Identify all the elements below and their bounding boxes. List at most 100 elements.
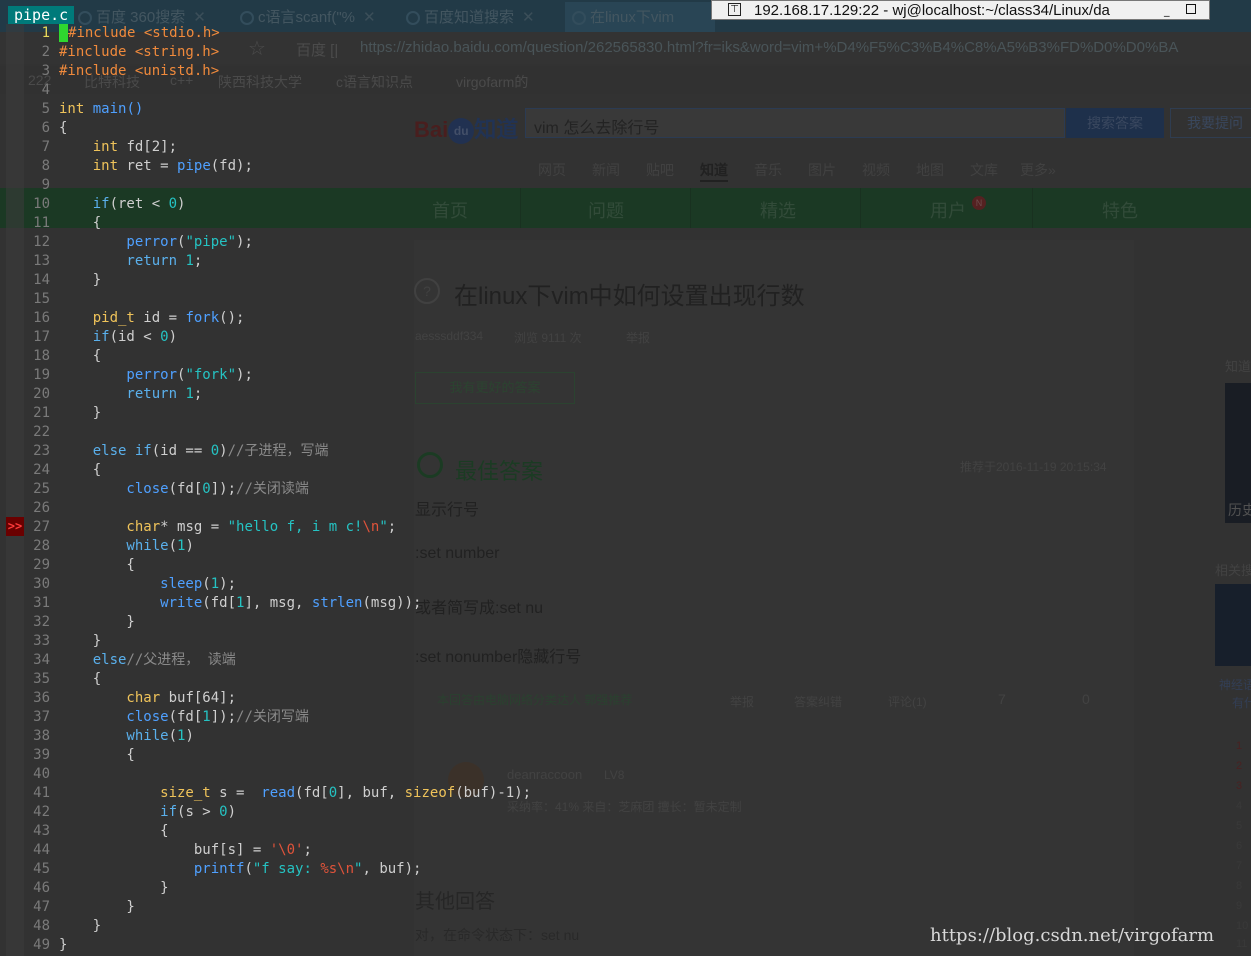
code-line: int main()	[59, 101, 144, 117]
code-line: close(fd[0]);//关闭读端	[59, 481, 309, 497]
line-number: 1	[41, 25, 50, 41]
code-line: {	[59, 671, 102, 687]
code-line: int ret = pipe(fd);	[59, 158, 253, 174]
code-line: {	[59, 557, 135, 573]
code-line: }	[59, 614, 135, 630]
code-line: #include <string.h>	[59, 44, 220, 60]
line-number: 13	[33, 253, 50, 269]
line-number: 6	[41, 120, 50, 136]
line-number: 44	[33, 842, 50, 858]
code-line: }	[59, 937, 68, 953]
line-number: 14	[33, 272, 50, 288]
vim-tabline: pipe.c	[0, 6, 710, 24]
line-number: 7	[41, 139, 50, 155]
code-line: return 1;	[59, 253, 203, 269]
code-line: char buf[64];	[59, 690, 237, 706]
line-number: 43	[33, 823, 50, 839]
line-number: 32	[33, 614, 50, 630]
line-number: 23	[33, 443, 50, 459]
line-number: 48	[33, 918, 50, 934]
vim-tab-pipe-c[interactable]: pipe.c	[8, 6, 75, 24]
restore-icon[interactable]	[1186, 4, 1196, 14]
line-number: 46	[33, 880, 50, 896]
code-line: }	[59, 633, 102, 649]
code-line: while(1)	[59, 728, 194, 744]
code-line: }	[59, 899, 135, 915]
code-line: size_t s = read(fd[0], buf, sizeof(buf)-…	[59, 785, 532, 801]
code-line: {	[59, 747, 135, 763]
line-number: 4	[41, 82, 50, 98]
code-line: buf[s] = '\0';	[59, 842, 312, 858]
line-number: 25	[33, 481, 50, 497]
line-number: 33	[33, 633, 50, 649]
line-number: 12	[33, 234, 50, 250]
error-sign-marker: >>	[6, 517, 24, 536]
code-line: return 1;	[59, 386, 203, 402]
line-number: 21	[33, 405, 50, 421]
code-line: int fd[2];	[59, 139, 178, 155]
code-line: {	[59, 348, 102, 364]
line-number: 28	[33, 538, 50, 554]
line-number: 42	[33, 804, 50, 820]
line-number: 40	[33, 766, 50, 782]
sign-column	[6, 24, 24, 956]
line-number: 3	[41, 63, 50, 79]
code-line: if(ret < 0)	[59, 196, 186, 212]
line-number: 9	[41, 177, 50, 193]
pin-icon[interactable]: ⊤	[728, 3, 741, 16]
code-line: sleep(1);	[59, 576, 237, 592]
code-line: {	[59, 215, 102, 231]
line-number: 8	[41, 158, 50, 174]
code-line: }	[59, 272, 102, 288]
line-number: 30	[33, 576, 50, 592]
code-line: #include <stdio.h>	[68, 25, 220, 41]
line-number: 39	[33, 747, 50, 763]
line-number: 35	[33, 671, 50, 687]
code-line: if(id < 0)	[59, 329, 178, 345]
line-number: 18	[33, 348, 50, 364]
line-number: 17	[33, 329, 50, 345]
line-number: 36	[33, 690, 50, 706]
code-line: perror("pipe");	[59, 234, 253, 250]
remote-session-title: 192.168.17.129:22 - wj@localhost:~/class…	[754, 2, 1110, 19]
csdn-watermark: https://blog.csdn.net/virgofarm	[930, 925, 1215, 946]
code-line: write(fd[1], msg, strlen(msg));	[59, 595, 422, 611]
code-line: while(1)	[59, 538, 194, 554]
line-number: 41	[33, 785, 50, 801]
code-line: else if(id == 0)//子进程，写端	[59, 443, 329, 459]
line-number: 27	[33, 519, 50, 535]
ssh-terminal-window[interactable]: pipe.c >> 1 2 3 4 5 6 7 8 9 10 11 12 13 14 15 16 17 18 19 2…	[0, 0, 1251, 956]
line-number: 24	[33, 462, 50, 478]
remote-session-titlebar[interactable]: ⊤ 192.168.17.129:22 - wj@localhost:~/cla…	[711, 0, 1210, 20]
code-line: {	[59, 120, 68, 136]
line-number: 29	[33, 557, 50, 573]
line-number: 16	[33, 310, 50, 326]
code-line: perror("fork");	[59, 367, 253, 383]
line-number: 45	[33, 861, 50, 877]
code-line: {	[59, 823, 169, 839]
line-number: 5	[41, 101, 50, 117]
line-number: 34	[33, 652, 50, 668]
code-line: close(fd[1]);//关闭写端	[59, 709, 309, 725]
code-line: printf("f say: %s\n", buf);	[59, 861, 422, 877]
line-number: 38	[33, 728, 50, 744]
line-number: 10	[33, 196, 50, 212]
code-line: }	[59, 918, 102, 934]
line-number: 31	[33, 595, 50, 611]
line-number: 26	[33, 500, 50, 516]
line-number: 22	[33, 424, 50, 440]
line-number: 15	[33, 291, 50, 307]
line-number: 2	[41, 44, 50, 60]
line-number: 11	[33, 215, 50, 231]
line-number: 20	[33, 386, 50, 402]
code-line: }	[59, 880, 169, 896]
code-line: {	[59, 462, 102, 478]
code-line: pid_t id = fork();	[59, 310, 245, 326]
code-line: else//父进程， 读端	[59, 652, 236, 668]
minimize-icon[interactable]: _	[1164, 4, 1170, 17]
line-number: 37	[33, 709, 50, 725]
code-line: if(s > 0)	[59, 804, 237, 820]
line-number: 19	[33, 367, 50, 383]
code-line: }	[59, 405, 102, 421]
line-number: 49	[33, 937, 50, 953]
